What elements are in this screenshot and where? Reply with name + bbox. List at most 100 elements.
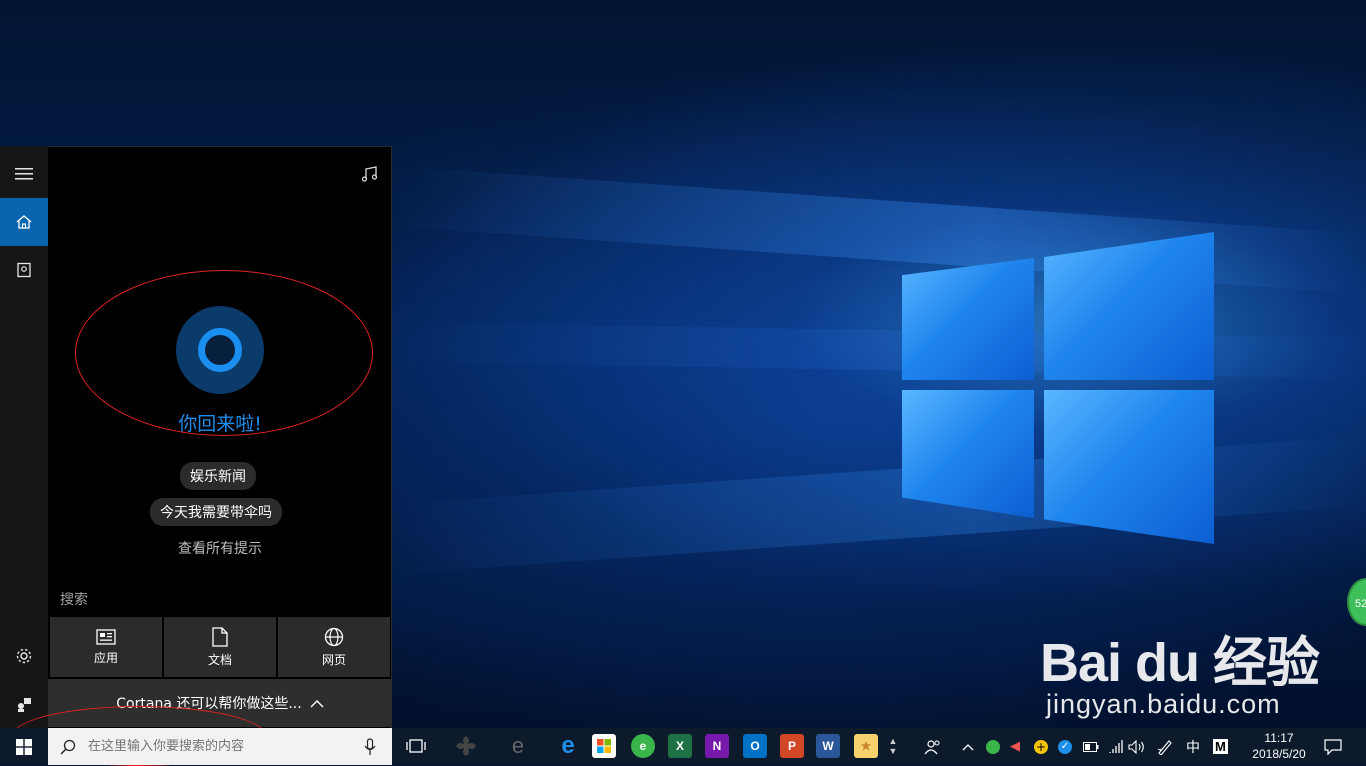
windows-logo-pane: [902, 390, 1034, 518]
taskbar-onenote[interactable]: N: [705, 734, 729, 758]
home-icon: [16, 215, 32, 229]
music-note-icon: [361, 166, 378, 182]
clock-date: 2018/5/20: [1252, 747, 1306, 761]
battery-indicator[interactable]: [1083, 728, 1099, 765]
windows-logo-pane: [1044, 232, 1214, 380]
show-hidden-icons-button[interactable]: [962, 728, 974, 765]
suggestion-chip[interactable]: 娱乐新闻: [180, 462, 256, 490]
settings-icon: [16, 648, 32, 664]
powerpoint-icon: P: [787, 739, 796, 753]
taskbar-app-generic[interactable]: [454, 734, 478, 758]
taskbar-word[interactable]: W: [816, 734, 840, 758]
notebook-button[interactable]: [0, 246, 48, 294]
tile-web[interactable]: 网页: [278, 617, 390, 677]
fan-app-icon: [456, 736, 476, 756]
taskbar-scroll[interactable]: ▲ ▼: [886, 734, 900, 758]
onenote-icon: N: [712, 739, 722, 753]
microphone-icon[interactable]: [364, 737, 376, 756]
notebook-icon: [17, 262, 31, 278]
task-view-icon: [406, 739, 426, 753]
desktop-light-beam: [393, 321, 1366, 379]
tray-speaker-mute[interactable]: ◀: [1010, 728, 1020, 765]
taskbar-store[interactable]: [592, 734, 616, 758]
suggestion-chip[interactable]: 今天我需要带伞吗: [150, 498, 282, 526]
people-icon: [924, 739, 940, 754]
volume-indicator[interactable]: [1128, 728, 1146, 765]
cortana-help-bar[interactable]: Cortana 还可以帮你做这些...: [48, 679, 392, 727]
desktop-light-beam: [393, 435, 1366, 575]
ime-language-indicator[interactable]: 中: [1186, 728, 1200, 765]
cortana-sidebar: [0, 146, 48, 728]
tile-label: 应用: [93, 650, 118, 665]
excel-icon: X: [675, 739, 684, 753]
store-icon: [597, 739, 611, 753]
home-button[interactable]: [0, 198, 48, 246]
tray-360-icon[interactable]: [986, 728, 1000, 765]
cortana-greeting: 你回来啦!: [178, 413, 262, 435]
cortana-logo[interactable]: [176, 306, 264, 394]
hamburger-menu-button[interactable]: [0, 150, 48, 198]
watermark-logo: Bai du 经验: [1040, 633, 1320, 693]
taskbar-powerpoint[interactable]: P: [780, 734, 804, 758]
see-all-tips-link[interactable]: 查看所有提示: [48, 538, 392, 558]
people-button[interactable]: [924, 728, 942, 765]
feedback-button[interactable]: [0, 680, 48, 728]
tray-check-icon[interactable]: ✓: [1058, 728, 1072, 765]
word-icon: W: [822, 739, 834, 753]
taskbar: e e e X N O P W ★ ▲▼ ◀ + ✓ 中 M 11:17 201…: [0, 728, 1366, 765]
menu-icon: [15, 168, 33, 180]
music-recognition-button[interactable]: [361, 165, 379, 187]
clock[interactable]: 11:17 2018/5/20: [1244, 730, 1314, 762]
windows-logo-pane: [902, 258, 1034, 380]
start-button[interactable]: [0, 728, 48, 765]
app-icon: [96, 628, 116, 645]
search-filter-tiles: 应用 文档 网页: [50, 617, 390, 677]
tile-documents[interactable]: 文档: [164, 617, 276, 677]
browser-360-icon: e: [639, 739, 647, 753]
network-indicator[interactable]: [1108, 728, 1124, 765]
notification-icon: [1324, 738, 1342, 755]
search-icon: [60, 739, 76, 754]
check-circle-icon: ✓: [1058, 739, 1072, 754]
edge-icon: e: [561, 732, 575, 759]
task-view-button[interactable]: [404, 734, 428, 758]
ime-mode: M: [1213, 739, 1228, 754]
tile-label: 文档: [207, 652, 232, 667]
ie-icon: e: [511, 733, 525, 758]
taskbar-search-box[interactable]: [48, 728, 392, 765]
windows-logo-icon: [16, 738, 32, 755]
taskbar-excel[interactable]: X: [668, 734, 692, 758]
speaker-red-icon: ◀: [1010, 739, 1020, 754]
pen-icon: [1157, 739, 1172, 755]
clock-time: 11:17: [1264, 731, 1294, 745]
ime-lang: 中: [1186, 739, 1200, 756]
plus-circle-icon: +: [1034, 739, 1048, 754]
action-center-button[interactable]: [1324, 728, 1342, 765]
ime-mode-indicator[interactable]: M: [1213, 728, 1228, 765]
tile-label: 网页: [321, 652, 346, 667]
taskbar-ie[interactable]: e: [506, 733, 530, 758]
outlook-icon: O: [750, 739, 760, 753]
feedback-icon: [18, 698, 31, 712]
taskbar-outlook[interactable]: O: [743, 734, 767, 758]
pen-workspace-button[interactable]: [1157, 728, 1173, 765]
taskbar-360-browser[interactable]: e: [631, 734, 655, 758]
chevron-up-icon: ▲: [888, 736, 898, 746]
floating-badge[interactable]: 52: [1347, 578, 1366, 626]
search-heading: 搜索: [60, 592, 88, 608]
tile-apps[interactable]: 应用: [50, 617, 162, 677]
volume-icon: [1128, 739, 1144, 754]
taskbar-edge[interactable]: e: [556, 732, 580, 759]
badge-number: 52: [1355, 598, 1366, 610]
search-input[interactable]: [86, 738, 360, 755]
desktop-light-beam: [393, 165, 1366, 295]
windows-logo-pane: [1044, 390, 1214, 544]
watermark-url: jingyan.baidu.com: [1046, 689, 1281, 719]
cortana-panel: 你回来啦! 娱乐新闻 今天我需要带伞吗 查看所有提示 搜索 应用 文档 网页 C…: [48, 146, 392, 728]
taskbar-sticky-app[interactable]: ★: [854, 734, 878, 758]
cortana-circle-icon: [198, 328, 242, 372]
settings-button[interactable]: [0, 632, 48, 680]
chevron-down-icon: ▼: [888, 746, 898, 756]
help-bar-text: Cortana 还可以帮你做这些...: [116, 696, 302, 712]
tray-plus-icon[interactable]: +: [1034, 728, 1048, 765]
